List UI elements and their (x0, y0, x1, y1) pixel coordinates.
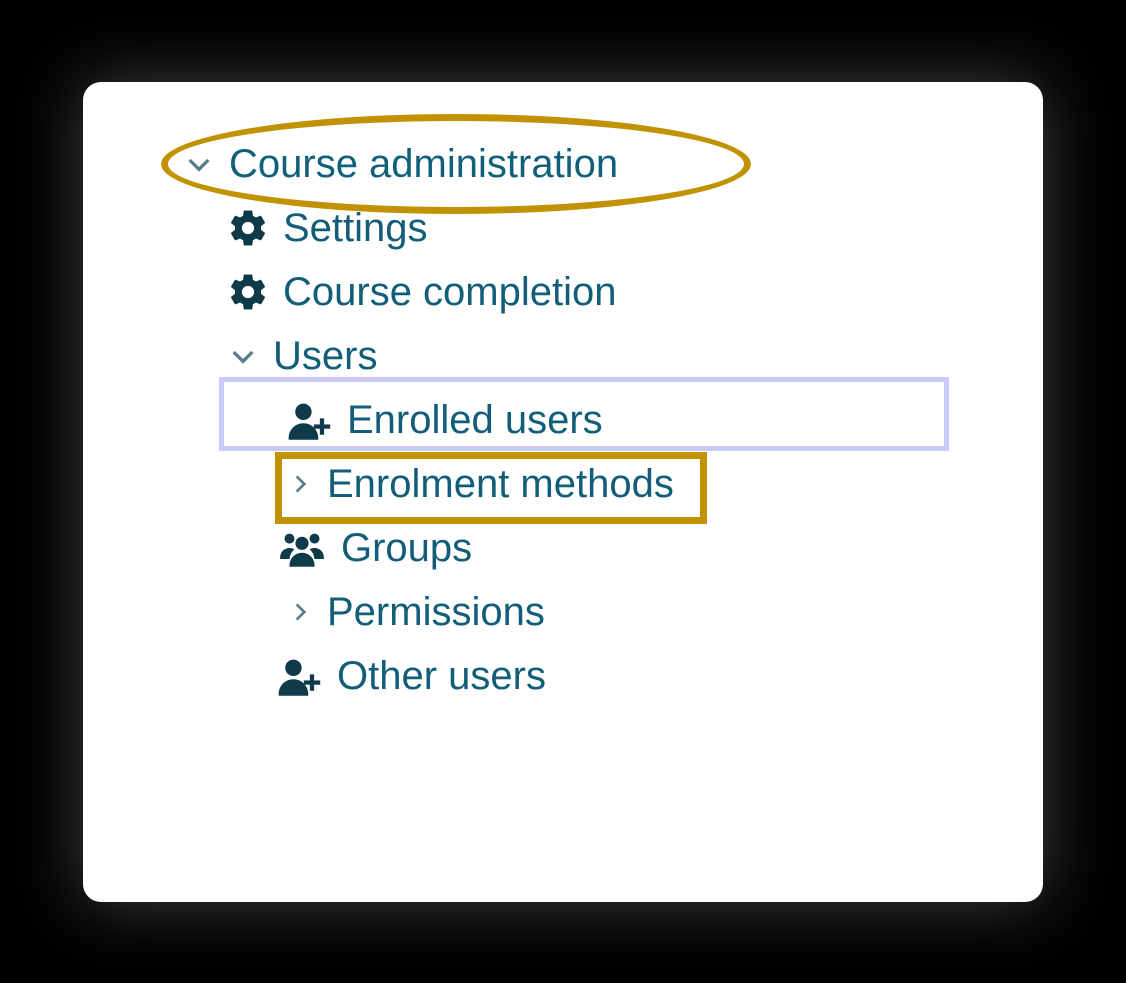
nav-enrolment-methods[interactable]: Enrolment methods (283, 452, 1023, 516)
gear-icon (227, 271, 269, 313)
nav-label: Enrolled users (347, 394, 603, 446)
nav-users[interactable]: Users (223, 324, 1023, 388)
nav-label: Groups (341, 522, 472, 574)
user-plus-icon (277, 656, 323, 696)
nav-other-users[interactable]: Other users (273, 644, 1023, 708)
gear-icon (227, 207, 269, 249)
nav-course-completion[interactable]: Course completion (223, 260, 1023, 324)
chevron-right-icon (287, 471, 313, 497)
admin-navigation-panel: Course administration Settings Course co… (83, 82, 1043, 902)
nav-course-administration[interactable]: Course administration (173, 132, 1023, 196)
nav-label: Settings (283, 202, 428, 254)
nav-label: Permissions (327, 586, 545, 638)
nav-label: Enrolment methods (327, 458, 674, 510)
nav-permissions[interactable]: Permissions (283, 580, 1023, 644)
chevron-right-icon (287, 599, 313, 625)
chevron-down-icon (183, 148, 215, 180)
nav-label: Course completion (283, 266, 617, 318)
nav-label: Course administration (229, 138, 618, 190)
nav-enrolled-users[interactable]: Enrolled users (283, 388, 1023, 452)
users-group-icon (277, 528, 327, 568)
nav-label: Users (273, 330, 377, 382)
nav-settings[interactable]: Settings (223, 196, 1023, 260)
nav-groups[interactable]: Groups (273, 516, 1023, 580)
chevron-down-icon (227, 340, 259, 372)
user-plus-icon (287, 400, 333, 440)
nav-label: Other users (337, 650, 546, 702)
